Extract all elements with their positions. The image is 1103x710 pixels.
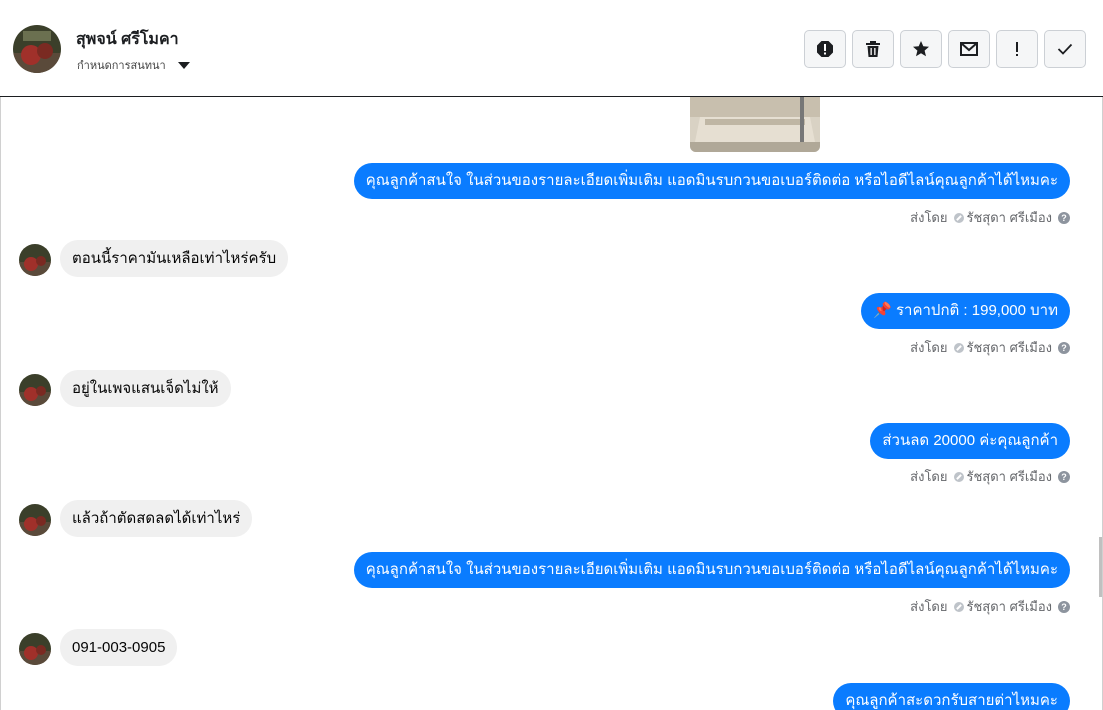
sender-name[interactable]: รัชสุดา ศรีเมือง — [967, 337, 1053, 358]
outgoing-message[interactable]: คุณลูกค้าสนใจ ในส่วนของรายละเอียดเพิ่มเต… — [353, 552, 1070, 588]
mark-unread-button[interactable] — [948, 30, 990, 68]
message-thread[interactable]: คุณลูกค้าสนใจ ในส่วนของรายละเอียดเพิ่มเต… — [1, 97, 1102, 710]
thread-scrollbar[interactable] — [1099, 537, 1102, 597]
sender-name[interactable]: รัชสุดา ศรีเมือง — [967, 466, 1053, 487]
report-spam-button[interactable] — [804, 30, 846, 68]
contact-name[interactable]: สุพจน์ ศรีโมคา — [76, 27, 179, 52]
checkmark-icon — [1057, 43, 1073, 55]
sent-by-info: ส่งโดย รัชสุดา ศรีเมือง ? — [910, 337, 1070, 358]
help-icon[interactable]: ? — [1058, 341, 1070, 354]
agent-badge-icon — [953, 471, 964, 482]
sender-name[interactable]: รัชสุดา ศรีเมือง — [967, 596, 1053, 617]
header-actions — [804, 30, 1086, 68]
star-button[interactable] — [900, 30, 942, 68]
sent-by-info: ส่งโดย รัชสุดา ศรีเมือง ? — [910, 596, 1070, 617]
trash-icon — [865, 40, 881, 58]
sent-by-info: ส่งโดย รัชสุดา ศรีเมือง ? — [910, 207, 1070, 228]
star-icon — [912, 40, 930, 58]
exclamation-icon — [1014, 41, 1020, 57]
sent-by-label: ส่งโดย — [910, 340, 948, 355]
help-icon[interactable]: ? — [1058, 470, 1070, 483]
contact-avatar[interactable] — [13, 25, 61, 73]
sent-by-label: ส่งโดย — [910, 210, 948, 225]
help-icon[interactable]: ? — [1058, 600, 1070, 613]
customer-avatar[interactable] — [19, 633, 51, 665]
help-icon[interactable]: ? — [1058, 211, 1070, 224]
customer-avatar[interactable] — [19, 244, 51, 276]
outgoing-message[interactable]: คุณลูกค้าสะดวกรับสายต่าไหมคะ — [833, 683, 1070, 710]
agent-badge-icon — [953, 342, 964, 353]
sender-name[interactable]: รัชสุดา ศรีเมือง — [967, 207, 1053, 228]
assign-conversation-label: กำหนดการสนทนา — [77, 60, 166, 72]
envelope-icon — [960, 42, 978, 56]
incoming-message[interactable]: 091-003-0905 — [60, 629, 178, 666]
delete-button[interactable] — [852, 30, 894, 68]
outgoing-message[interactable]: 📌 ราคาปกติ : 199,000 บาท — [861, 293, 1070, 329]
assign-conversation-dropdown[interactable]: กำหนดการสนทนา — [77, 56, 190, 74]
customer-avatar[interactable] — [19, 504, 51, 536]
conversation-header: สุพจน์ ศรีโมคา กำหนดการสนทนา — [0, 0, 1103, 97]
outgoing-message[interactable]: ส่วนลด 20000 ค่ะคุณลูกค้า — [870, 423, 1070, 459]
sent-by-label: ส่งโดย — [910, 469, 948, 484]
incoming-message[interactable]: แล้วถ้าตัดสดลดได้เท่าไหร่ — [60, 500, 253, 537]
follow-up-button[interactable] — [996, 30, 1038, 68]
report-spam-icon — [816, 40, 834, 58]
incoming-message[interactable]: อยู่ในเพจแสนเจ็ดไม่ให้ — [60, 370, 231, 407]
mark-done-button[interactable] — [1044, 30, 1086, 68]
agent-badge-icon — [953, 601, 964, 612]
shared-photo[interactable] — [690, 97, 820, 152]
outgoing-message[interactable]: คุณลูกค้าสนใจ ในส่วนของรายละเอียดเพิ่มเต… — [353, 163, 1070, 199]
sent-by-info: ส่งโดย รัชสุดา ศรีเมือง ? — [910, 466, 1070, 487]
incoming-message[interactable]: ตอนนี้ราคามันเหลือเท่าไหร่ครับ — [60, 240, 289, 277]
agent-badge-icon — [953, 212, 964, 223]
sent-by-label: ส่งโดย — [910, 599, 948, 614]
customer-avatar[interactable] — [19, 374, 51, 406]
caret-down-icon — [177, 61, 190, 69]
